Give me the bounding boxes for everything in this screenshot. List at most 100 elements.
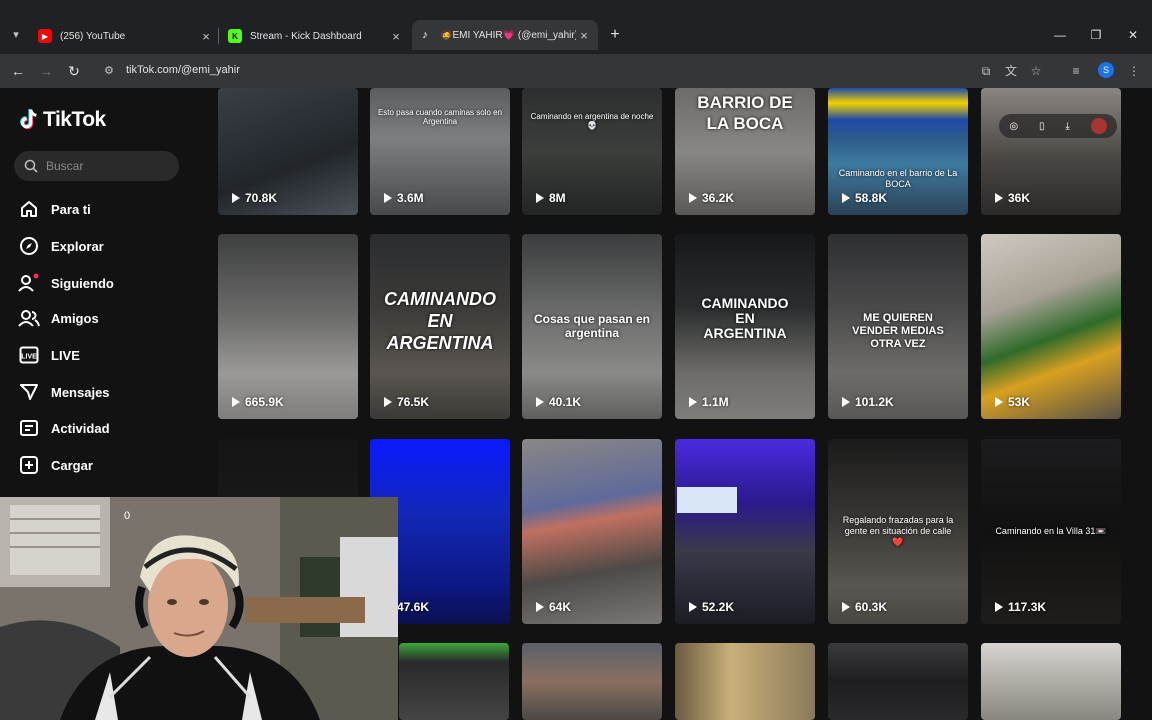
video-card[interactable]: ◎ ▯ ⤓ 36K (981, 88, 1121, 215)
view-count: 101.2K (842, 395, 894, 409)
video-card[interactable]: ME QUIEREN VENDER MEDIAS OTRA VEZ 101.2K (828, 234, 968, 419)
video-caption: Caminando en el barrio de La BOCA (838, 168, 958, 189)
tab-kick[interactable]: K Stream - Kick Dashboard × (228, 24, 404, 48)
bookmark-star-icon[interactable]: ☆ (1028, 62, 1044, 80)
close-icon[interactable]: × (388, 29, 404, 44)
address-bar[interactable]: ⚙ tikTok.com/@emi_yahir (96, 58, 976, 84)
play-icon (536, 193, 544, 203)
video-card[interactable]: 52.2K (675, 439, 815, 624)
view-count: 117.3K (995, 600, 1046, 614)
nav-label: Amigos (51, 310, 99, 326)
browser-tab-bar: ▾ ▶ (256) YouTube × K Stream - Kick Dash… (0, 0, 1152, 54)
svg-text:LIVE: LIVE (21, 354, 37, 361)
tab-tiktok[interactable]: ♪ 🧔EMI YAHIR💗 (@emi_yahir) × (412, 20, 598, 50)
view-count: 52.2K (689, 600, 734, 614)
view-count: 70.8K (232, 191, 277, 205)
video-card[interactable]: Regalando frazadas para la gente en situ… (828, 439, 968, 624)
search-input[interactable] (46, 159, 166, 173)
play-icon (842, 602, 850, 612)
restore-icon[interactable]: ❐ (1086, 26, 1106, 44)
nav-label: Explorar (51, 238, 104, 254)
avatar[interactable] (1090, 118, 1107, 134)
close-icon[interactable]: × (576, 28, 592, 43)
messages-icon (18, 381, 40, 403)
view-count: 1.1M (689, 395, 729, 409)
site-info-icon[interactable]: ⚙ (104, 64, 118, 78)
video-card[interactable]: CAMINANDO EN ARGENTINA 76.5K (370, 234, 510, 419)
home-icon (18, 198, 40, 220)
nav-label: Actividad (51, 420, 110, 436)
webcam-feed (0, 497, 398, 720)
play-icon (689, 193, 697, 203)
minimize-icon[interactable]: — (1050, 26, 1070, 44)
tab-search-chevron-icon[interactable]: ▾ (6, 25, 26, 45)
video-caption: ME QUIEREN VENDER MEDIAS OTRA VEZ (852, 312, 944, 350)
play-icon (536, 602, 544, 612)
nav-live[interactable]: LIVE LIVE (18, 343, 80, 367)
video-card[interactable]: BARRIO DE LA BOCA 36.2K (675, 88, 815, 215)
kick-icon: K (228, 29, 242, 43)
video-caption: Esto pasa cuando caminas solo en Argenti… (377, 108, 503, 126)
compass-icon[interactable]: ◎ (1009, 121, 1018, 132)
view-count: 60.3K (842, 600, 887, 614)
view-count: 36.2K (689, 191, 734, 205)
nav-actividad[interactable]: Actividad (18, 416, 110, 440)
nav-explorar[interactable]: Explorar (18, 234, 104, 258)
reload-icon[interactable]: ↻ (64, 62, 84, 80)
live-icon: LIVE (18, 344, 40, 366)
compass-icon (18, 235, 40, 257)
nav-amigos[interactable]: Amigos (18, 306, 99, 330)
nav-mensajes[interactable]: Mensajes (18, 380, 110, 404)
monitor-screen (677, 487, 737, 513)
menu-kebab-icon[interactable]: ⋮ (1126, 62, 1142, 80)
video-caption: CAMINANDO EN ARGENTINA (384, 289, 496, 353)
video-card[interactable]: 70.8K (218, 88, 358, 215)
play-icon (842, 397, 850, 407)
nav-label: Cargar (51, 457, 93, 473)
video-card[interactable]: 53K (981, 234, 1121, 419)
close-icon[interactable]: × (198, 29, 214, 44)
video-card[interactable]: Caminando en el barrio de La BOCA 58.8K (828, 88, 968, 215)
view-count: 64K (536, 600, 571, 614)
play-icon (995, 397, 1003, 407)
video-overlay-controls: ◎ ▯ ⤓ (999, 114, 1117, 138)
tiktok-logo[interactable]: TikTok (18, 108, 106, 132)
view-count: 40.1K (536, 395, 581, 409)
nav-siguiendo[interactable]: Siguiendo (18, 271, 114, 295)
video-card[interactable] (981, 643, 1121, 720)
video-card[interactable]: Esto pasa cuando caminas solo en Argenti… (370, 88, 510, 215)
video-card[interactable]: Caminando en argentina de noche💀 8M (522, 88, 662, 215)
play-icon (232, 193, 240, 203)
reading-list-icon[interactable]: ≡ (1068, 62, 1084, 80)
video-caption: Caminando en argentina de noche💀 (530, 112, 654, 130)
phone-icon[interactable]: ▯ (1039, 121, 1045, 132)
play-icon (536, 397, 544, 407)
video-card[interactable]: CAMINANDO EN ARGENTINA 1.1M (675, 234, 815, 419)
back-icon[interactable]: ← (8, 62, 28, 80)
video-card[interactable] (828, 643, 968, 720)
video-card[interactable]: 665.9K (218, 234, 358, 419)
forward-icon[interactable]: → (36, 62, 56, 80)
nav-label: LIVE (51, 347, 80, 363)
tiktok-icon: ♪ (422, 29, 428, 41)
tab-title: Stream - Kick Dashboard (250, 30, 362, 42)
translate-icon[interactable]: 文 (1003, 62, 1019, 80)
profile-avatar[interactable]: S (1098, 62, 1114, 78)
video-card[interactable] (399, 643, 509, 720)
nav-para-ti[interactable]: Para ti (18, 197, 91, 221)
video-card[interactable] (522, 643, 662, 720)
tab-divider (218, 28, 219, 44)
tab-title: 🧔EMI YAHIR💗 (@emi_yahir) (440, 29, 576, 41)
video-caption: Regalando frazadas para la gente en situ… (842, 515, 954, 547)
window-close-icon[interactable]: ✕ (1123, 26, 1143, 44)
activity-icon (18, 417, 40, 439)
tab-youtube[interactable]: ▶ (256) YouTube × (38, 24, 214, 48)
video-card[interactable] (675, 643, 815, 720)
video-card[interactable]: 64K (522, 439, 662, 624)
video-card[interactable]: Cosas que pasan en argentina 40.1K (522, 234, 662, 419)
download-icon[interactable]: ⤓ (1065, 121, 1069, 132)
install-app-icon[interactable]: ⧉ (978, 62, 994, 80)
video-card[interactable]: Caminando en la Villa 31📼 117.3K (981, 439, 1121, 624)
new-tab-button[interactable]: + (606, 26, 624, 44)
nav-cargar[interactable]: Cargar (18, 453, 93, 477)
